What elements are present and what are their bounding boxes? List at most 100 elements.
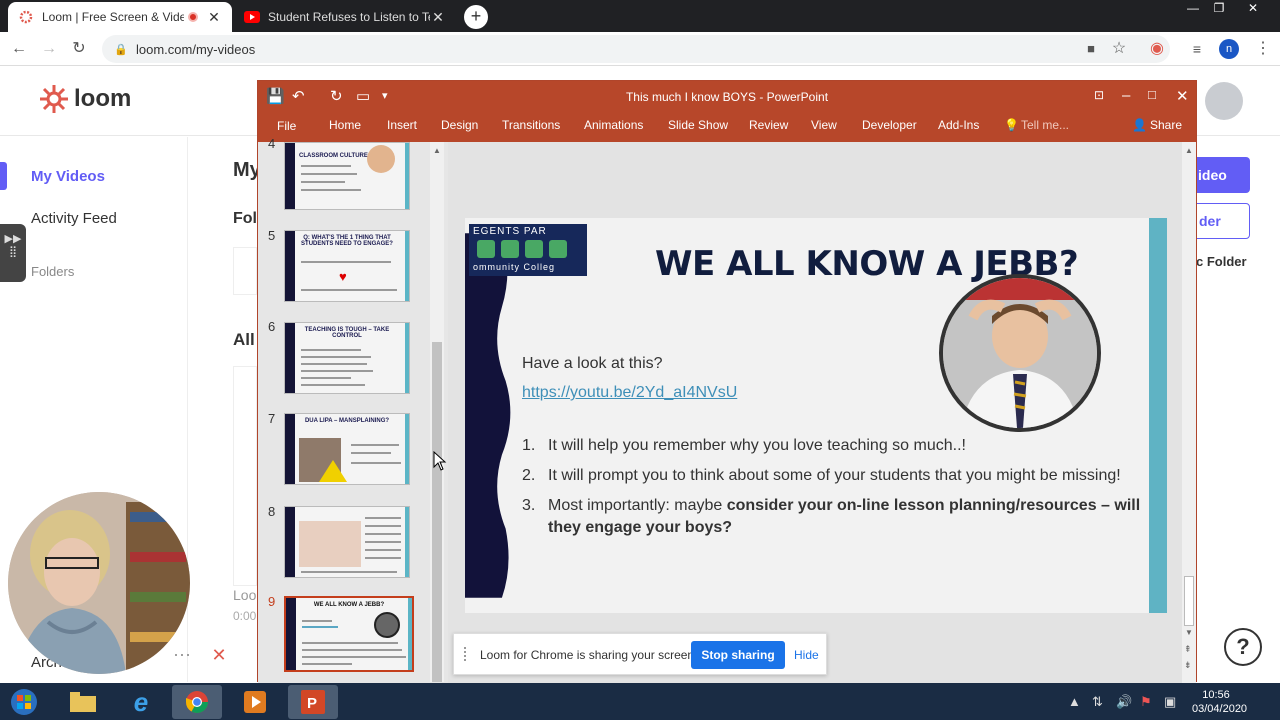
scroll-down-icon[interactable]: ▼	[1185, 628, 1193, 637]
menu-icon[interactable]: ⋮	[1252, 38, 1274, 60]
back-icon[interactable]: ←	[8, 38, 30, 60]
ribbon-tab-review[interactable]: Review	[749, 118, 788, 132]
forward-icon[interactable]: →	[38, 38, 60, 60]
system-clock[interactable]: 10:56 03/04/2020	[1192, 688, 1247, 716]
ppt-close-icon[interactable]: ✕	[1176, 87, 1189, 105]
create-folder-label[interactable]: c Folder	[1196, 254, 1247, 269]
thumb-number: 8	[268, 504, 276, 519]
sidebar-item-my-videos[interactable]: My Videos	[31, 168, 105, 185]
slide-thumbnail-5[interactable]: Q: WHAT'S THE 1 THING THAT STUDENTS NEED…	[284, 230, 410, 302]
scrollbar-thumb[interactable]	[432, 342, 442, 682]
webcam-bubble[interactable]	[8, 492, 190, 674]
editor-scrollbar[interactable]: ▲ ▼ ⇞ ⇟	[1182, 142, 1196, 683]
scroll-up-icon[interactable]: ▲	[433, 146, 441, 155]
help-button[interactable]: ?	[1224, 628, 1262, 666]
profile-avatar[interactable]: n	[1219, 39, 1239, 59]
file-explorer-icon[interactable]	[58, 685, 108, 719]
ribbon-tab-addins[interactable]: Add-Ins	[938, 118, 979, 132]
ribbon-tab-insert[interactable]: Insert	[387, 118, 417, 132]
slide-bullet-list: 1. It will help you remember why you lov…	[522, 435, 1152, 547]
ribbon-tab-home[interactable]: Home	[329, 118, 361, 132]
loom-logo[interactable]: loom	[38, 83, 131, 115]
scroll-up-icon[interactable]: ▲	[1185, 146, 1193, 155]
chrome-taskbar-icon[interactable]	[172, 685, 222, 719]
close-tab-icon[interactable]: ✕	[430, 9, 446, 26]
slide-thumbnail-6[interactable]: TEACHING IS TOUGH – TAKE CONTROL	[284, 322, 410, 394]
windows-taskbar: e P ▲ ⇅ 🔊 ⚑ ▣ 10:56 03/04/2020	[0, 683, 1280, 720]
ppt-window-title: This much I know BOYS - PowerPoint	[625, 90, 829, 104]
slide-thumbnail-7[interactable]: DUA LIPA – MANSPLAINING?	[284, 413, 410, 485]
volume-icon[interactable]: 🔊	[1116, 694, 1132, 710]
address-bar[interactable]: 🔒 loom.com/my-videos	[102, 35, 1170, 63]
close-window-icon[interactable]: ✕	[1240, 0, 1266, 18]
thumb-number: 9	[268, 594, 276, 609]
new-tab-button[interactable]: +	[464, 5, 488, 29]
more-options-icon[interactable]: ⋯	[168, 641, 196, 669]
college-logo: EGENTS PAR ommunity Colleg	[469, 224, 587, 276]
ribbon-tab-slideshow[interactable]: Slide Show	[668, 118, 728, 132]
tab-loom[interactable]: Loom | Free Screen & Video ✕	[8, 2, 232, 32]
reload-icon[interactable]: ↻	[68, 38, 90, 60]
minimize-icon[interactable]: —	[1180, 0, 1206, 18]
active-indicator	[0, 162, 7, 190]
svg-text:P: P	[307, 695, 317, 712]
stop-sharing-button[interactable]: Stop sharing	[691, 641, 785, 669]
start-button[interactable]	[2, 685, 46, 719]
ribbon-tab-developer[interactable]: Developer	[862, 118, 917, 132]
close-tab-icon[interactable]: ✕	[206, 9, 222, 26]
loom-extension-icon[interactable]: ◉	[1146, 38, 1168, 60]
video-title[interactable]: Loo	[233, 587, 256, 603]
video-card[interactable]	[233, 366, 257, 586]
tab-youtube[interactable]: Student Refuses to Listen to Teac ✕	[234, 2, 456, 32]
ribbon-tab-animations[interactable]: Animations	[584, 118, 643, 132]
tab-title: Student Refuses to Listen to Teac	[268, 10, 430, 24]
slide-thumbnail-9[interactable]: WE ALL KNOW A JEBB?	[284, 596, 414, 672]
new-folder-button[interactable]: der	[1190, 203, 1250, 239]
current-slide[interactable]: EGENTS PAR ommunity Colleg WE ALL KNOW A…	[465, 218, 1167, 613]
thumb-number: 4	[268, 136, 276, 151]
camera-icon[interactable]: ■	[1080, 38, 1102, 60]
user-avatar[interactable]	[1205, 82, 1243, 120]
restore-icon[interactable]: ❐	[1206, 0, 1232, 18]
slide-thumbnail-4[interactable]: CLASSROOM CULTURE	[284, 142, 410, 210]
student-photo	[939, 274, 1101, 432]
powerpoint-taskbar-icon[interactable]: P	[288, 685, 338, 719]
lightbulb-icon: 💡	[1004, 118, 1019, 132]
scrollbar-thumb[interactable]	[1184, 576, 1194, 626]
media-controls-icon[interactable]: ≡	[1186, 38, 1208, 60]
youtube-link[interactable]: https://youtu.be/2Yd_aI4NVsU	[522, 384, 737, 402]
cancel-recording-icon[interactable]: ✕	[205, 641, 233, 669]
thumb-portrait-image	[367, 145, 395, 173]
action-center-icon[interactable]: ⚑	[1140, 694, 1152, 710]
slide-thumbnail-8[interactable]	[284, 506, 410, 578]
thumb-number: 7	[268, 411, 276, 426]
show-hidden-icons[interactable]: ▲	[1068, 694, 1081, 709]
drawing-tools-handle[interactable]: ▶▶ ⣿	[0, 224, 26, 282]
person-icon: 👤	[1132, 118, 1147, 132]
ppt-maximize-icon[interactable]: □	[1148, 87, 1156, 102]
folder-card[interactable]	[233, 247, 257, 295]
network-icon[interactable]: ⇅	[1092, 694, 1103, 710]
share-message: Loom for Chrome is sharing your screen.	[480, 648, 698, 662]
next-slide-icon[interactable]: ⇟	[1184, 660, 1192, 671]
hide-button[interactable]: Hide	[794, 648, 819, 662]
sidebar-item-activity-feed[interactable]: Activity Feed	[31, 210, 117, 227]
internet-explorer-icon[interactable]: e	[116, 685, 166, 719]
media-player-icon[interactable]	[230, 685, 280, 719]
ribbon-display-icon[interactable]: ⊡	[1094, 88, 1104, 102]
previous-slide-icon[interactable]: ⇞	[1184, 644, 1192, 655]
notification-icon[interactable]: ▣	[1164, 694, 1176, 710]
ppt-minimize-icon[interactable]: –	[1122, 87, 1130, 104]
share-button[interactable]: Share	[1150, 118, 1182, 132]
thumbnails-scrollbar[interactable]: ▲	[430, 142, 444, 682]
slide-thumbnails-pane: 4 CLASSROOM CULTURE 5 Q: WHAT'S THE 1 TH…	[258, 136, 448, 683]
thumb-number: 5	[268, 228, 276, 243]
tell-me-box[interactable]: Tell me...	[1021, 118, 1069, 132]
drag-handle-icon[interactable]	[464, 647, 468, 661]
ribbon-tab-transitions[interactable]: Transitions	[502, 118, 560, 132]
new-video-button[interactable]: ideo	[1190, 157, 1250, 193]
ribbon-tab-view[interactable]: View	[811, 118, 837, 132]
bookmark-star-icon[interactable]: ☆	[1108, 38, 1130, 60]
ribbon-tab-design[interactable]: Design	[441, 118, 478, 132]
ribbon-tab-file[interactable]: File	[277, 119, 296, 133]
